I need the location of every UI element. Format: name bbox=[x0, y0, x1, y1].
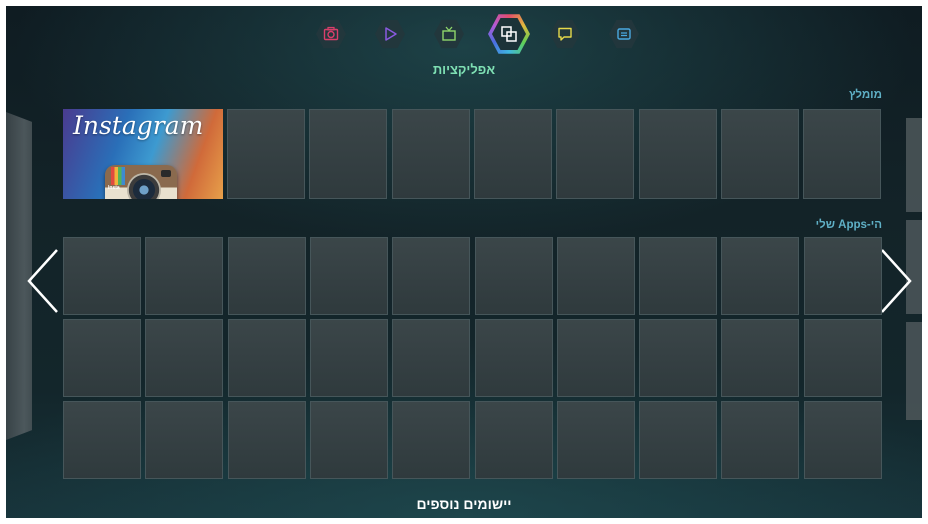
app-tile-empty[interactable] bbox=[473, 109, 552, 199]
app-tile-empty[interactable] bbox=[309, 401, 388, 479]
tab-photos[interactable] bbox=[316, 19, 346, 49]
app-tile-empty[interactable] bbox=[227, 319, 306, 397]
smart-hub-screen: אפליקציות מומלץ Instagram Insta הי-Apps … bbox=[6, 6, 922, 518]
app-tile-empty[interactable] bbox=[556, 237, 635, 315]
chevron-left-icon[interactable] bbox=[23, 246, 63, 316]
app-tile-empty[interactable] bbox=[145, 401, 224, 479]
app-tile-empty[interactable] bbox=[556, 319, 635, 397]
app-tile-empty[interactable] bbox=[720, 109, 799, 199]
tab-social[interactable] bbox=[550, 19, 580, 49]
app-tile-empty[interactable] bbox=[721, 319, 800, 397]
apps-icon bbox=[501, 26, 517, 42]
app-tile-empty[interactable] bbox=[309, 319, 388, 397]
app-tile-empty[interactable] bbox=[721, 237, 800, 315]
app-tile-empty[interactable] bbox=[391, 109, 470, 199]
app-tile-empty[interactable] bbox=[474, 401, 553, 479]
page-title: אפליקציות bbox=[432, 62, 496, 77]
app-tile-empty[interactable] bbox=[803, 319, 882, 397]
app-tile-empty[interactable] bbox=[474, 319, 553, 397]
app-tile-empty[interactable] bbox=[392, 237, 471, 315]
app-tile-instagram[interactable]: Instagram Insta bbox=[63, 109, 223, 199]
app-tile-empty[interactable] bbox=[721, 401, 800, 479]
panel-icon bbox=[617, 28, 631, 40]
app-tile-empty[interactable] bbox=[63, 319, 141, 397]
app-tile-empty[interactable] bbox=[803, 237, 882, 315]
app-tile-empty[interactable] bbox=[309, 109, 388, 199]
tv-icon bbox=[442, 26, 456, 41]
right-side-panel bbox=[906, 118, 922, 212]
section-label-recommended: מומלץ bbox=[849, 89, 882, 101]
app-tile-empty[interactable] bbox=[639, 237, 718, 315]
instagram-camera-icon: Insta bbox=[105, 165, 177, 199]
app-tile-empty[interactable] bbox=[556, 109, 635, 199]
app-tile-empty[interactable] bbox=[639, 319, 718, 397]
app-tile-empty[interactable] bbox=[309, 237, 388, 315]
app-tile-empty[interactable] bbox=[803, 109, 882, 199]
right-side-panel bbox=[906, 322, 922, 420]
app-tile-empty[interactable] bbox=[145, 237, 224, 315]
category-bar bbox=[306, 13, 646, 54]
app-tile-empty[interactable] bbox=[392, 319, 471, 397]
app-tile-empty[interactable] bbox=[227, 401, 306, 479]
app-tile-empty[interactable] bbox=[556, 401, 635, 479]
app-tile-empty[interactable] bbox=[803, 401, 882, 479]
instagram-logo-text: Instagram bbox=[73, 111, 204, 140]
more-apps-button[interactable]: יישומים נוספים bbox=[6, 496, 922, 512]
instagram-badge: Insta bbox=[108, 185, 120, 191]
app-tile-empty[interactable] bbox=[474, 237, 553, 315]
camera-icon bbox=[323, 26, 339, 41]
app-tile-empty[interactable] bbox=[145, 319, 224, 397]
tab-apps[interactable] bbox=[488, 14, 530, 54]
app-tile-empty[interactable] bbox=[392, 401, 471, 479]
app-tile-empty[interactable] bbox=[63, 237, 141, 315]
tab-videos[interactable] bbox=[375, 19, 405, 49]
app-tile-empty[interactable] bbox=[639, 401, 718, 479]
app-tile-empty[interactable] bbox=[63, 401, 141, 479]
app-tile-empty[interactable] bbox=[227, 109, 305, 199]
tab-tv[interactable] bbox=[434, 19, 464, 49]
play-icon bbox=[385, 27, 397, 41]
tab-info[interactable] bbox=[609, 19, 639, 49]
app-tile-empty[interactable] bbox=[638, 109, 717, 199]
chevron-right-icon[interactable] bbox=[876, 246, 916, 316]
section-label-my-apps: הי-Apps שלי bbox=[815, 219, 882, 231]
chat-icon bbox=[558, 27, 572, 41]
app-tile-empty[interactable] bbox=[227, 237, 306, 315]
